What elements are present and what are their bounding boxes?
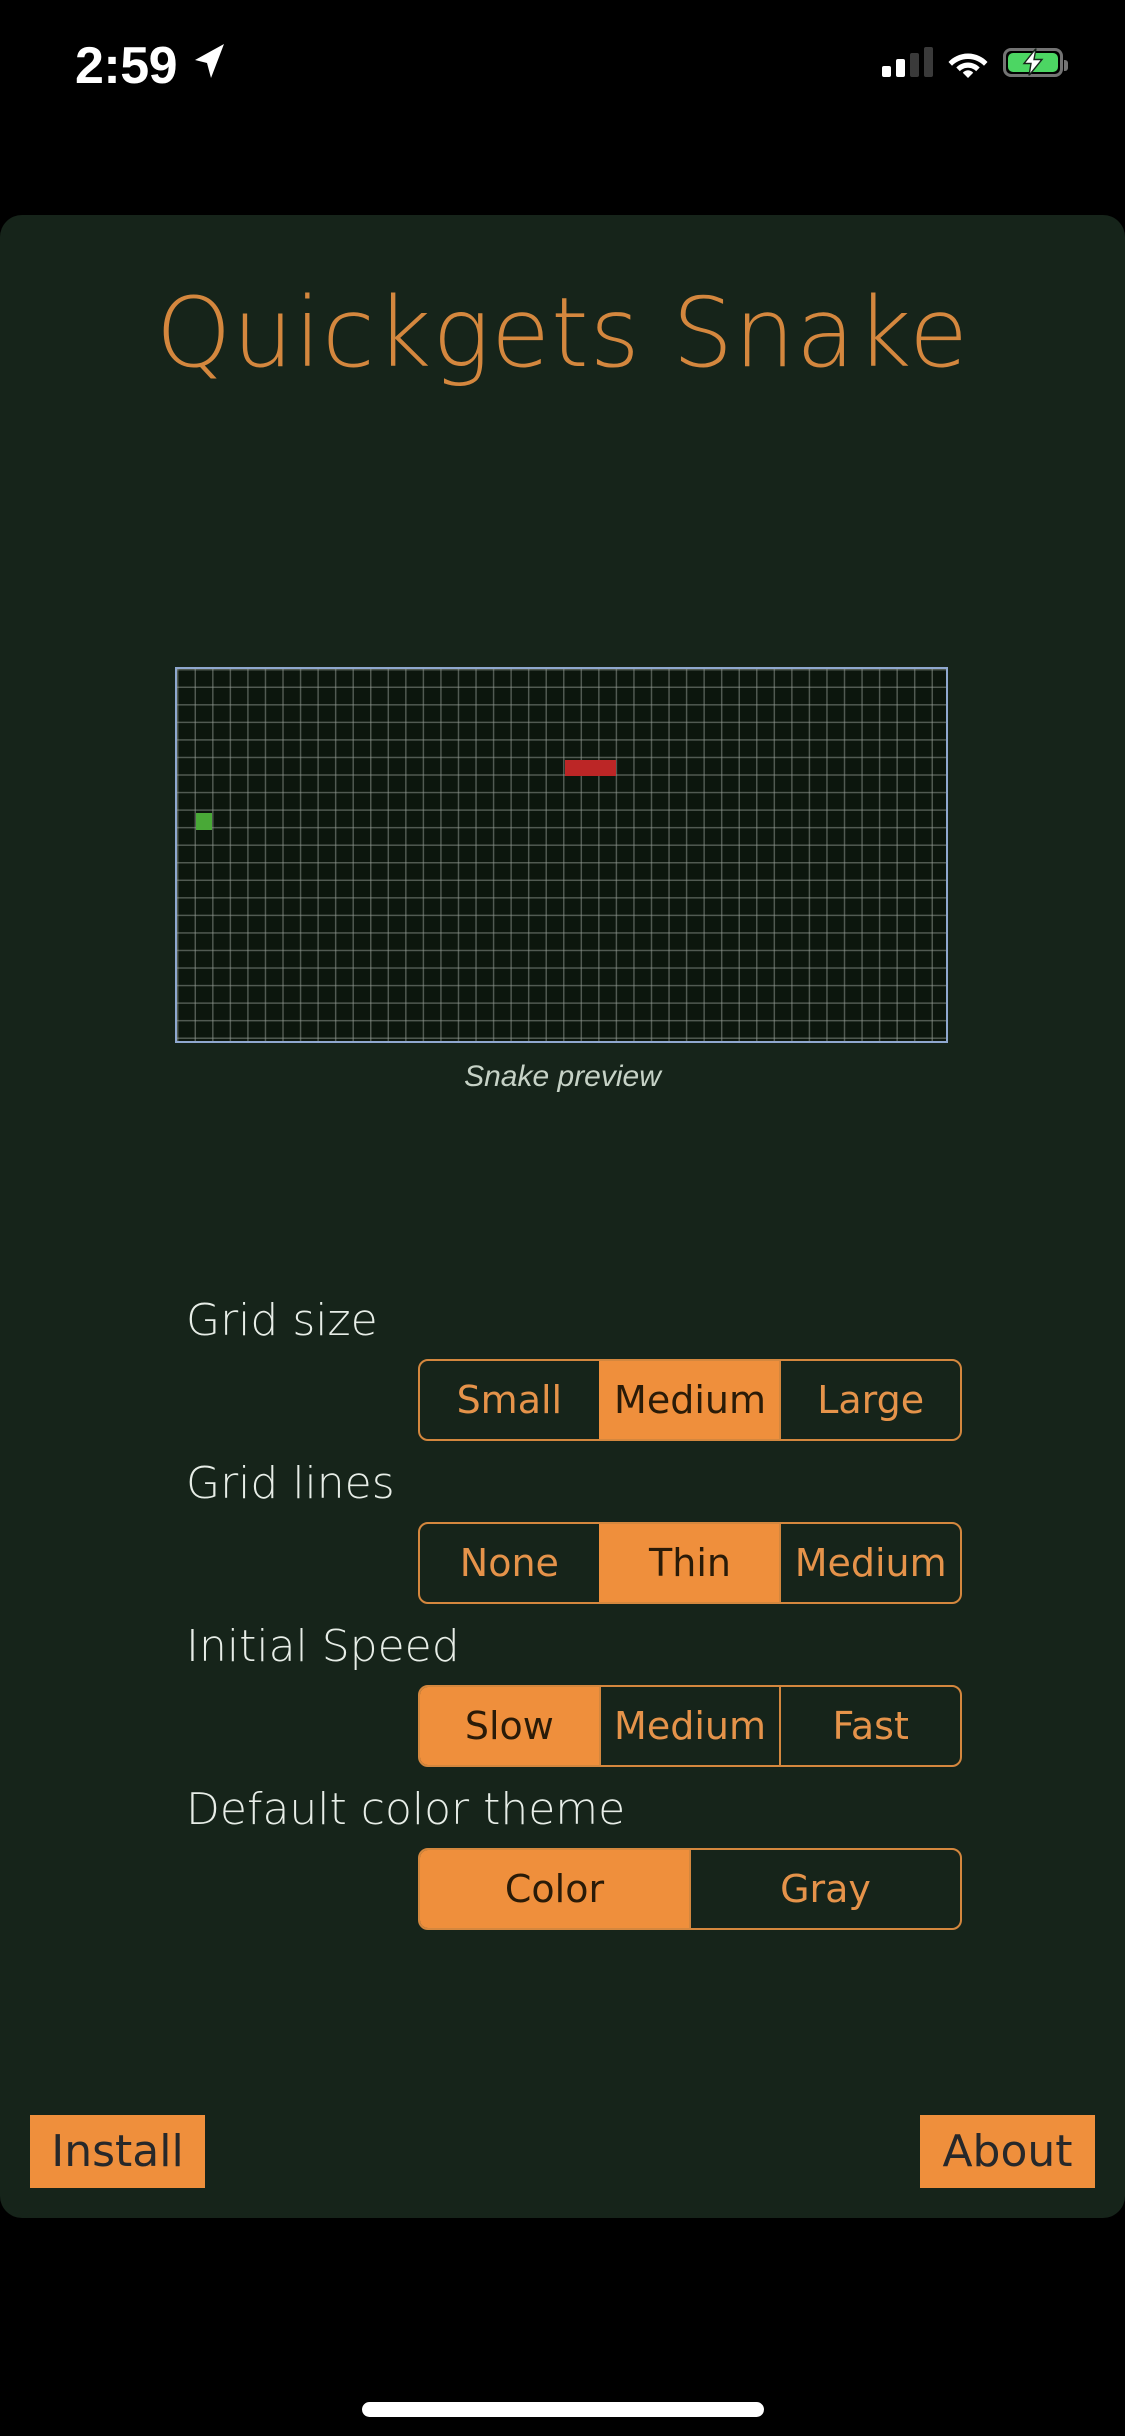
battery-charging-icon bbox=[1003, 47, 1068, 78]
segment-option[interactable]: Medium bbox=[598, 1361, 780, 1439]
snake-segment bbox=[582, 759, 600, 776]
segment-option[interactable]: Thin bbox=[598, 1524, 780, 1602]
setting-row: Default color theme Color Gray bbox=[0, 1784, 1125, 1947]
status-bar: 2:59 bbox=[0, 0, 1125, 140]
install-button[interactable]: Install bbox=[30, 2115, 205, 2188]
wifi-icon bbox=[947, 46, 989, 78]
segment-option[interactable]: Slow bbox=[420, 1687, 599, 1765]
segment-option[interactable]: Color bbox=[420, 1850, 689, 1928]
home-indicator[interactable] bbox=[361, 2402, 764, 2417]
phone-screen: 2:59 Quickgets Snake Snake preview Grid … bbox=[0, 0, 1125, 2436]
setting-row: Initial Speed Slow Medium Fast bbox=[0, 1621, 1125, 1784]
snake-segment bbox=[564, 759, 583, 776]
footer-actions: Install About bbox=[0, 2115, 1125, 2218]
about-button[interactable]: About bbox=[920, 2115, 1095, 2188]
setting-row: Grid size Small Medium Large bbox=[0, 1295, 1125, 1458]
segment-option[interactable]: Medium bbox=[598, 1687, 780, 1765]
status-bar-time: 2:59 bbox=[75, 37, 178, 95]
settings-list: Grid size Small Medium Large Grid lines None T… bbox=[0, 1295, 1125, 1947]
setting-label: Grid size bbox=[186, 1295, 378, 1346]
preview-grid bbox=[175, 667, 948, 1043]
setting-label: Default color theme bbox=[186, 1784, 626, 1835]
segment-option[interactable]: Small bbox=[420, 1361, 599, 1439]
segment-option[interactable]: Fast bbox=[779, 1687, 960, 1765]
setting-row: Grid lines None Thin Medium bbox=[0, 1458, 1125, 1621]
segmented-control: Color Gray bbox=[418, 1848, 962, 1930]
grid-lines bbox=[177, 669, 946, 1041]
segment-option[interactable]: None bbox=[420, 1524, 599, 1602]
segmented-control: Small Medium Large bbox=[418, 1359, 962, 1441]
app-card: Quickgets Snake Snake preview Grid size S… bbox=[0, 215, 1125, 2218]
segment-option[interactable]: Medium bbox=[779, 1524, 960, 1602]
setting-label: Grid lines bbox=[186, 1458, 395, 1509]
location-arrow-icon bbox=[192, 42, 226, 80]
food-pellet bbox=[195, 813, 212, 830]
snake-segment bbox=[599, 759, 616, 776]
segment-option[interactable]: Large bbox=[779, 1361, 960, 1439]
snake-preview bbox=[175, 667, 948, 1043]
setting-label: Initial Speed bbox=[186, 1621, 460, 1672]
preview-caption: Snake preview bbox=[464, 1060, 661, 1093]
cellular-signal-icon bbox=[882, 47, 933, 77]
segment-option[interactable]: Gray bbox=[689, 1850, 960, 1928]
segmented-control: Slow Medium Fast bbox=[418, 1685, 962, 1767]
status-bar-icons bbox=[882, 40, 1068, 84]
page-title: Quickgets Snake bbox=[155, 277, 970, 389]
segmented-control: None Thin Medium bbox=[418, 1522, 962, 1604]
